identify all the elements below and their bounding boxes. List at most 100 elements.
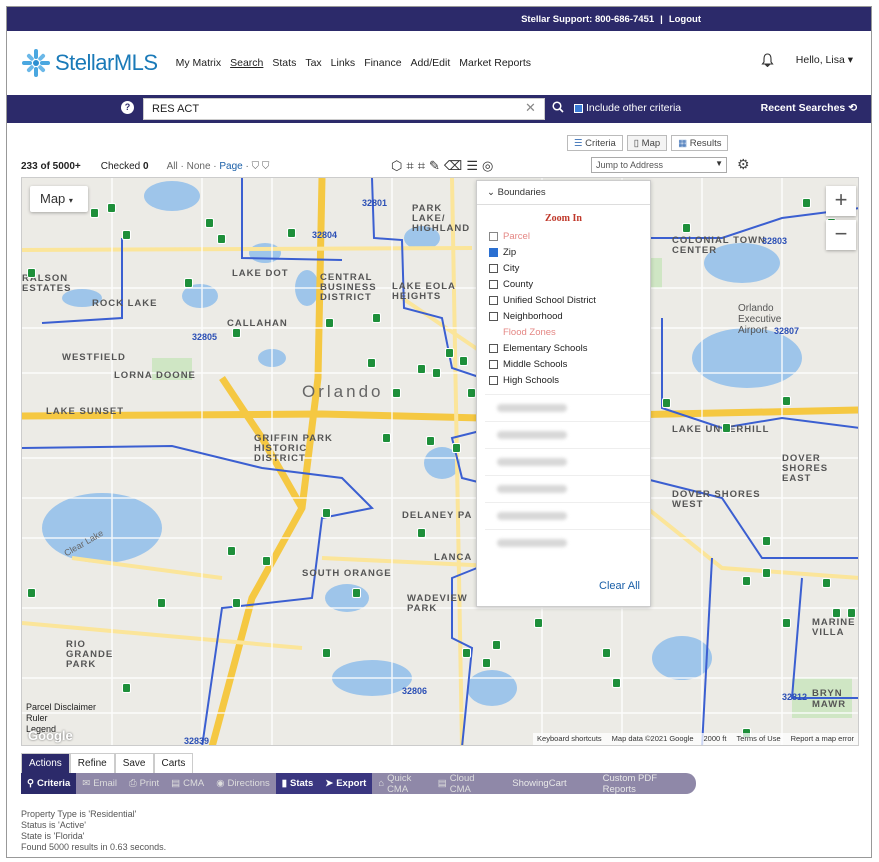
listing-pin[interactable]	[722, 423, 731, 433]
listing-pin[interactable]	[534, 618, 543, 628]
listing-pin[interactable]	[184, 278, 193, 288]
listing-pin[interactable]	[227, 546, 236, 556]
tab-actions[interactable]: Actions	[21, 753, 70, 773]
county-checkbox[interactable]	[489, 279, 498, 289]
map-area[interactable]: Orlando LAKE DOT CENTRAL BUSINESS DISTRI…	[21, 177, 859, 746]
select-page-link[interactable]: Page	[219, 161, 242, 172]
listing-pin[interactable]	[205, 218, 214, 228]
target-icon[interactable]: ◎	[482, 158, 493, 174]
listing-pin[interactable]	[467, 388, 476, 398]
boundary-option-county[interactable]: County	[477, 276, 650, 292]
select-all-link[interactable]: All	[167, 161, 178, 172]
high-checkbox[interactable]	[489, 375, 498, 385]
tab-refine[interactable]: Refine	[69, 753, 115, 773]
listing-pin[interactable]	[459, 356, 468, 366]
listing-pin[interactable]	[232, 598, 241, 608]
recent-searches-button[interactable]: Recent Searches ⟲	[761, 102, 857, 114]
cma-button[interactable]: ▤ CMA	[165, 773, 210, 794]
listing-pin[interactable]	[122, 230, 131, 240]
bell-icon[interactable]	[761, 53, 774, 67]
listing-pin[interactable]	[762, 568, 771, 578]
custom-pdf-reports-button[interactable]: Custom PDF Reports	[585, 773, 696, 795]
listing-pin[interactable]	[602, 648, 611, 658]
rectangle-select-icon[interactable]: ⌗	[406, 158, 413, 174]
search-input[interactable]	[143, 98, 545, 120]
boundary-option-zip[interactable]: Zip	[477, 244, 650, 260]
layers-icon[interactable]: ☰	[466, 158, 478, 174]
listing-pin[interactable]	[90, 208, 99, 218]
boundaries-header[interactable]: ⌄ Boundaries	[477, 181, 650, 205]
quick-cma-button[interactable]: ⌂ Quick CMA	[372, 773, 431, 795]
nav-finance[interactable]: Finance	[364, 57, 401, 69]
listing-pin[interactable]	[482, 658, 491, 668]
include-other-criteria[interactable]: Include other criteria	[574, 102, 681, 114]
print-button[interactable]: ⎙ Print	[123, 773, 165, 794]
listing-pin[interactable]	[352, 588, 361, 598]
listing-pin[interactable]	[232, 328, 241, 338]
tab-map[interactable]: ▯ Map	[626, 135, 668, 151]
clear-search-icon[interactable]: ✕	[525, 100, 536, 116]
listing-pin[interactable]	[27, 588, 36, 598]
listing-pin[interactable]	[322, 648, 331, 658]
listing-pin[interactable]	[682, 223, 691, 233]
listing-pin[interactable]	[492, 640, 501, 650]
listing-pin[interactable]	[662, 398, 671, 408]
boundary-option-neighborhood[interactable]: Neighborhood	[477, 308, 650, 324]
city-checkbox[interactable]	[489, 263, 498, 273]
middle-checkbox[interactable]	[489, 359, 498, 369]
listing-pin[interactable]	[217, 234, 226, 244]
listing-pin[interactable]	[392, 388, 401, 398]
email-button[interactable]: ✉ Email	[76, 773, 123, 794]
criteria-button[interactable]: ⚲ Criteria	[21, 773, 77, 794]
showingcart-button[interactable]: ShowingCart	[494, 773, 584, 794]
school-district-checkbox[interactable]	[489, 295, 498, 305]
nav-stats[interactable]: Stats	[272, 57, 296, 69]
tab-save[interactable]: Save	[114, 753, 154, 773]
listing-pin[interactable]	[782, 396, 791, 406]
nav-links[interactable]: Links	[331, 57, 356, 69]
ruler-link[interactable]: Ruler	[26, 713, 96, 724]
search-icon[interactable]	[552, 101, 564, 116]
cloud-cma-button[interactable]: ▤ Cloud CMA	[432, 773, 495, 795]
listing-pin[interactable]	[742, 576, 751, 586]
listing-pin[interactable]	[262, 556, 271, 566]
listing-pin[interactable]	[417, 528, 426, 538]
listing-pin[interactable]	[432, 368, 441, 378]
listing-pin[interactable]	[822, 578, 831, 588]
listing-pin[interactable]	[122, 683, 131, 693]
select-none-link[interactable]: None	[187, 161, 211, 172]
listing-pin[interactable]	[832, 608, 841, 618]
include-criteria-checkbox[interactable]	[574, 103, 583, 113]
clear-all-button[interactable]: Clear All	[599, 580, 640, 592]
stats-button[interactable]: ▮ Stats	[275, 773, 320, 794]
help-icon[interactable]: ?	[121, 101, 134, 114]
listing-pin[interactable]	[762, 536, 771, 546]
boundary-option-city[interactable]: City	[477, 260, 650, 276]
eraser-icon[interactable]: ⌫	[444, 158, 462, 174]
jump-to-address-select[interactable]: Jump to Address ▼	[591, 157, 727, 173]
stellar-logo[interactable]: StellarMLS	[21, 48, 158, 78]
listing-pin[interactable]	[426, 436, 435, 446]
parcel-disclaimer-link[interactable]: Parcel Disclaimer	[26, 702, 96, 713]
listing-pin[interactable]	[27, 268, 36, 278]
listing-pin[interactable]	[612, 678, 621, 688]
nav-search[interactable]: Search	[230, 57, 263, 69]
listing-pin[interactable]	[417, 364, 426, 374]
listing-pin[interactable]	[462, 648, 471, 658]
zip-checkbox[interactable]	[489, 247, 498, 257]
shape-select-icon[interactable]: ⌗	[418, 158, 425, 174]
listing-pin[interactable]	[382, 433, 391, 443]
listing-pin[interactable]	[782, 618, 791, 628]
report-error-link[interactable]: Report a map error	[791, 734, 854, 744]
boundary-option-middle[interactable]: Middle Schools	[477, 356, 650, 372]
elementary-checkbox[interactable]	[489, 343, 498, 353]
listing-pin[interactable]	[372, 313, 381, 323]
boundary-option-high[interactable]: High Schools	[477, 372, 650, 388]
listing-pin[interactable]	[325, 318, 334, 328]
polygon-icon[interactable]: ⬡	[391, 158, 402, 174]
listing-pin[interactable]	[802, 198, 811, 208]
nav-market-reports[interactable]: Market Reports	[459, 57, 531, 69]
listing-pin[interactable]	[157, 598, 166, 608]
user-menu[interactable]: Hello, Lisa ▾	[796, 54, 853, 66]
listing-pin[interactable]	[847, 608, 856, 618]
